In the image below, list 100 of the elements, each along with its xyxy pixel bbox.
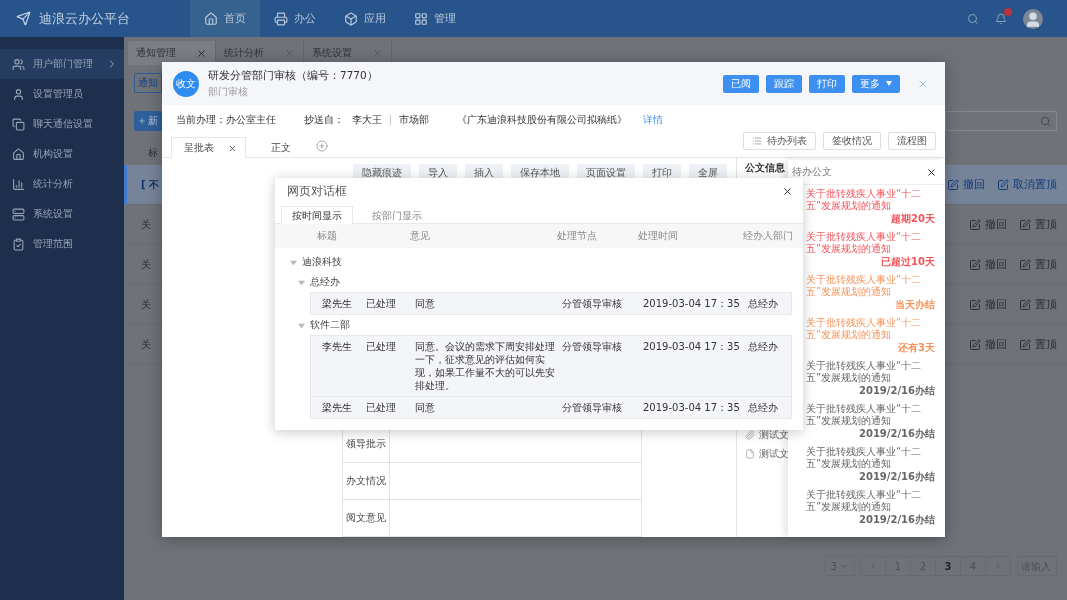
tree-node-label[interactable]: 总经办 <box>310 275 340 289</box>
department-text: 总经办 <box>748 297 779 310</box>
bell-icon[interactable] <box>995 12 1007 25</box>
modal-title: 研发分管部门审核（编号：7770） <box>208 68 378 83</box>
action-link[interactable]: 撤回 <box>969 297 1007 312</box>
action-button[interactable]: 打印 <box>809 74 845 93</box>
document-tab[interactable]: 呈批表 <box>171 137 246 158</box>
copy-icon <box>12 117 25 131</box>
sidebar-item[interactable]: 管理范围 <box>0 229 124 259</box>
page-tab[interactable]: 通知管理 <box>128 41 216 65</box>
user-icon <box>12 87 25 101</box>
person-name: 梁先生 <box>322 297 353 310</box>
panel-title: 待办公文 <box>792 165 832 179</box>
pending-title[interactable]: 关于批转残疾人事业“十二五”发展规划的通知 <box>806 317 935 341</box>
column-header: 经办人部门 <box>743 229 794 243</box>
pending-status: 2019/2/16办结 <box>859 471 935 483</box>
details-link[interactable]: 详情 <box>643 113 663 127</box>
cc-department: 市场部 <box>399 113 429 127</box>
edit-icon <box>1019 258 1031 271</box>
department-text: 总经办 <box>748 340 779 353</box>
pending-status: 超期20天 <box>891 213 935 225</box>
action-link[interactable]: 撤回 <box>947 177 985 192</box>
action-button[interactable]: 跟踪 <box>766 74 802 93</box>
sidebar-item[interactable]: 聊天通信设置 <box>0 109 124 139</box>
panel-button[interactable]: 待办列表 <box>743 132 816 150</box>
column-header: 标题 <box>317 229 338 243</box>
nav-item[interactable]: 应用 <box>330 0 400 37</box>
row-title: 关 <box>141 217 151 232</box>
pending-title[interactable]: 关于批转残疾人事业“十二五”发展规划的通知 <box>806 274 935 298</box>
sidebar-item[interactable]: 设置管理员 <box>0 79 124 109</box>
edit-icon <box>969 258 981 271</box>
opinion-text: 同意。会议的需求下周安排处理一下，征求意见的评估如何实现，如果工作量不大的可以先安排处理。 <box>415 340 556 392</box>
row-title: 关 <box>141 337 151 352</box>
person-name: 李先生 <box>322 340 353 353</box>
panel-button[interactable]: 流程图 <box>888 132 936 150</box>
caret-icon[interactable] <box>298 278 305 286</box>
avatar[interactable] <box>1023 8 1043 29</box>
sidebar-item[interactable]: 用户部门管理 <box>0 49 124 79</box>
pending-title[interactable]: 关于批转残疾人事业“十二五”发展规划的通知 <box>806 403 935 427</box>
nav-item[interactable]: 首页 <box>190 0 260 37</box>
caret-icon[interactable] <box>298 321 305 329</box>
action-button[interactable]: 更多 <box>852 74 900 93</box>
document-tab[interactable]: 正文 <box>246 137 316 158</box>
pending-title[interactable]: 关于批转残疾人事业“十二五”发展规划的通知 <box>806 231 935 255</box>
action-link[interactable]: 置顶 <box>1019 217 1057 232</box>
time-text: 2019-03-04 17：35 <box>643 401 741 414</box>
action-link[interactable]: 置顶 <box>1019 257 1057 272</box>
search-field[interactable] <box>945 111 1057 131</box>
house-icon <box>12 147 25 161</box>
new-button[interactable]: 新 <box>134 111 162 131</box>
action-link[interactable]: 置顶 <box>1019 297 1057 312</box>
row-title: 关 <box>141 297 151 312</box>
document-name: 《广东迪浪科技股份有限公司拟稿纸》 <box>457 113 627 127</box>
action-link[interactable]: 撤回 <box>969 337 1007 352</box>
page-button[interactable]: 3 <box>935 556 961 576</box>
pending-title[interactable]: 关于批转残疾人事业“十二五”发展规划的通知 <box>806 489 935 513</box>
sidebar-item[interactable]: 统计分析 <box>0 169 124 199</box>
pending-status: 2019/2/16办结 <box>859 514 935 526</box>
pending-status: 当天办结 <box>895 299 935 311</box>
attachment-name[interactable]: 测试文 <box>759 428 789 442</box>
close-icon[interactable] <box>926 166 937 178</box>
close-icon[interactable] <box>782 186 793 197</box>
sidebar-item[interactable]: 系统设置 <box>0 199 124 229</box>
modal-subtitle: 部门审核 <box>208 84 249 99</box>
close-icon[interactable] <box>228 143 237 153</box>
tree-node-label[interactable]: 迪浪科技 <box>302 255 342 269</box>
pending-title[interactable]: 关于批转残疾人事业“十二五”发展规划的通知 <box>806 360 935 384</box>
nav-item[interactable]: 管理 <box>400 0 470 37</box>
person-name: 梁先生 <box>322 401 353 414</box>
nav-item[interactable]: 办公 <box>260 0 330 37</box>
column-header: 标 <box>148 145 158 160</box>
dialog-tab[interactable]: 按时间显示 <box>281 206 353 224</box>
action-link[interactable]: 取消置顶 <box>997 177 1057 192</box>
panel-button[interactable]: 签收情况 <box>823 132 881 150</box>
edit-icon <box>1019 218 1031 231</box>
add-tab-icon[interactable] <box>316 140 328 152</box>
search-icon[interactable] <box>967 12 979 25</box>
action-button[interactable]: 已阅 <box>723 74 759 93</box>
sidebar-item[interactable]: 机构设置 <box>0 139 124 169</box>
attachment-name[interactable]: 测试文 <box>759 447 789 461</box>
tree-node-label[interactable]: 软件二部 <box>310 318 350 332</box>
server-icon <box>12 207 25 221</box>
dialog-tab[interactable]: 按部门显示 <box>361 206 433 224</box>
pending-title[interactable]: 关于批转残疾人事业“十二五”发展规划的通知 <box>806 188 935 212</box>
node-text: 分管领导审核 <box>562 340 623 353</box>
action-link[interactable]: 置顶 <box>1019 337 1057 352</box>
action-link[interactable]: 撤回 <box>969 257 1007 272</box>
caret-icon <box>886 81 892 86</box>
caret-icon[interactable] <box>290 258 297 266</box>
cc-label: 抄送自： <box>304 113 344 127</box>
pending-title[interactable]: 关于批转残疾人事业“十二五”发展规划的通知 <box>806 446 935 470</box>
grid-icon <box>414 11 428 26</box>
status-text: 已处理 <box>366 340 397 353</box>
status-text: 已处理 <box>366 297 397 310</box>
action-link[interactable]: 撤回 <box>969 217 1007 232</box>
bar-chart-icon <box>12 177 25 191</box>
status-text: 已处理 <box>366 401 397 414</box>
column-header: 处理时间 <box>638 229 679 243</box>
node-text: 分管领导审核 <box>562 401 623 414</box>
info-title: 公文信息 <box>745 161 785 175</box>
